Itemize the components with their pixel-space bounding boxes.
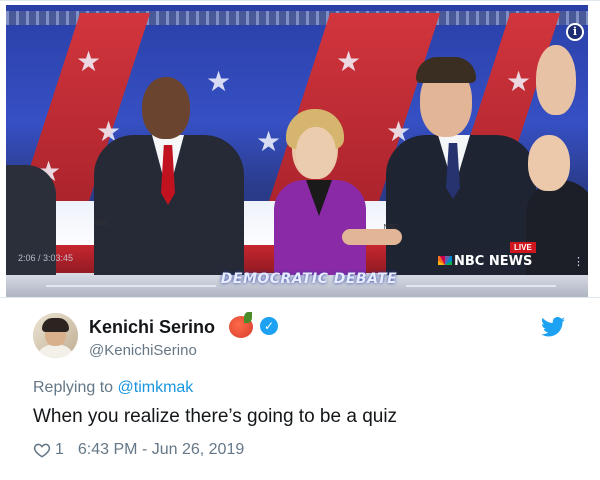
peacock-icon — [438, 256, 452, 265]
live-badge: LIVE — [510, 242, 536, 253]
tweet-footer: 1 6:43 PM - Jun 26, 2019 — [33, 441, 244, 459]
network-logo: NBC NEWS — [438, 254, 532, 269]
network-name: NBC NEWS — [454, 254, 533, 269]
author-handle[interactable]: @KenichiSerino — [89, 342, 197, 359]
info-icon[interactable]: i — [566, 23, 584, 41]
author-display-name[interactable]: Kenichi Serino — [89, 317, 215, 338]
reply-context: Replying to @timkmak — [33, 379, 193, 397]
tomato-leaf — [244, 312, 252, 323]
heart-icon[interactable] — [33, 441, 51, 459]
star-icon: ★ — [256, 125, 282, 158]
divider — [0, 297, 600, 298]
tweet-timestamp[interactable]: 6:43 PM - Jun 26, 2019 — [78, 441, 244, 459]
banner-line — [46, 285, 216, 287]
star-icon: ★ — [506, 65, 532, 98]
tweet-text: When you realize there’s going to be a q… — [33, 406, 398, 427]
video-player[interactable]: ★ ★ ★ ★ ★ ★ ★ ★ NBC NBC DEMOCRATIC DEBAT… — [6, 5, 588, 297]
tweet-card: ★ ★ ★ ★ ★ ★ ★ ★ NBC NBC DEMOCRATIC DEBAT… — [0, 0, 600, 480]
star-icon: ★ — [76, 45, 102, 78]
reply-prefix: Replying to — [33, 379, 114, 396]
verified-badge-icon: ✓ — [260, 317, 278, 335]
reply-to-handle-link[interactable]: @timkmak — [118, 379, 194, 396]
banner-line — [406, 285, 556, 287]
star-icon: ★ — [336, 45, 362, 78]
lectern-logo: NBC — [383, 224, 399, 231]
more-options-icon[interactable]: ⋮ — [573, 255, 584, 268]
video-timecode: 2:06 / 3:03:45 — [18, 253, 74, 263]
star-icon: ★ — [206, 65, 232, 98]
lectern-logo: NBC — [93, 220, 109, 227]
avatar[interactable] — [33, 313, 78, 358]
debate-banner: DEMOCRATIC DEBATE — [220, 271, 398, 287]
like-count: 1 — [55, 441, 64, 458]
twitter-bird-icon[interactable] — [541, 317, 565, 337]
